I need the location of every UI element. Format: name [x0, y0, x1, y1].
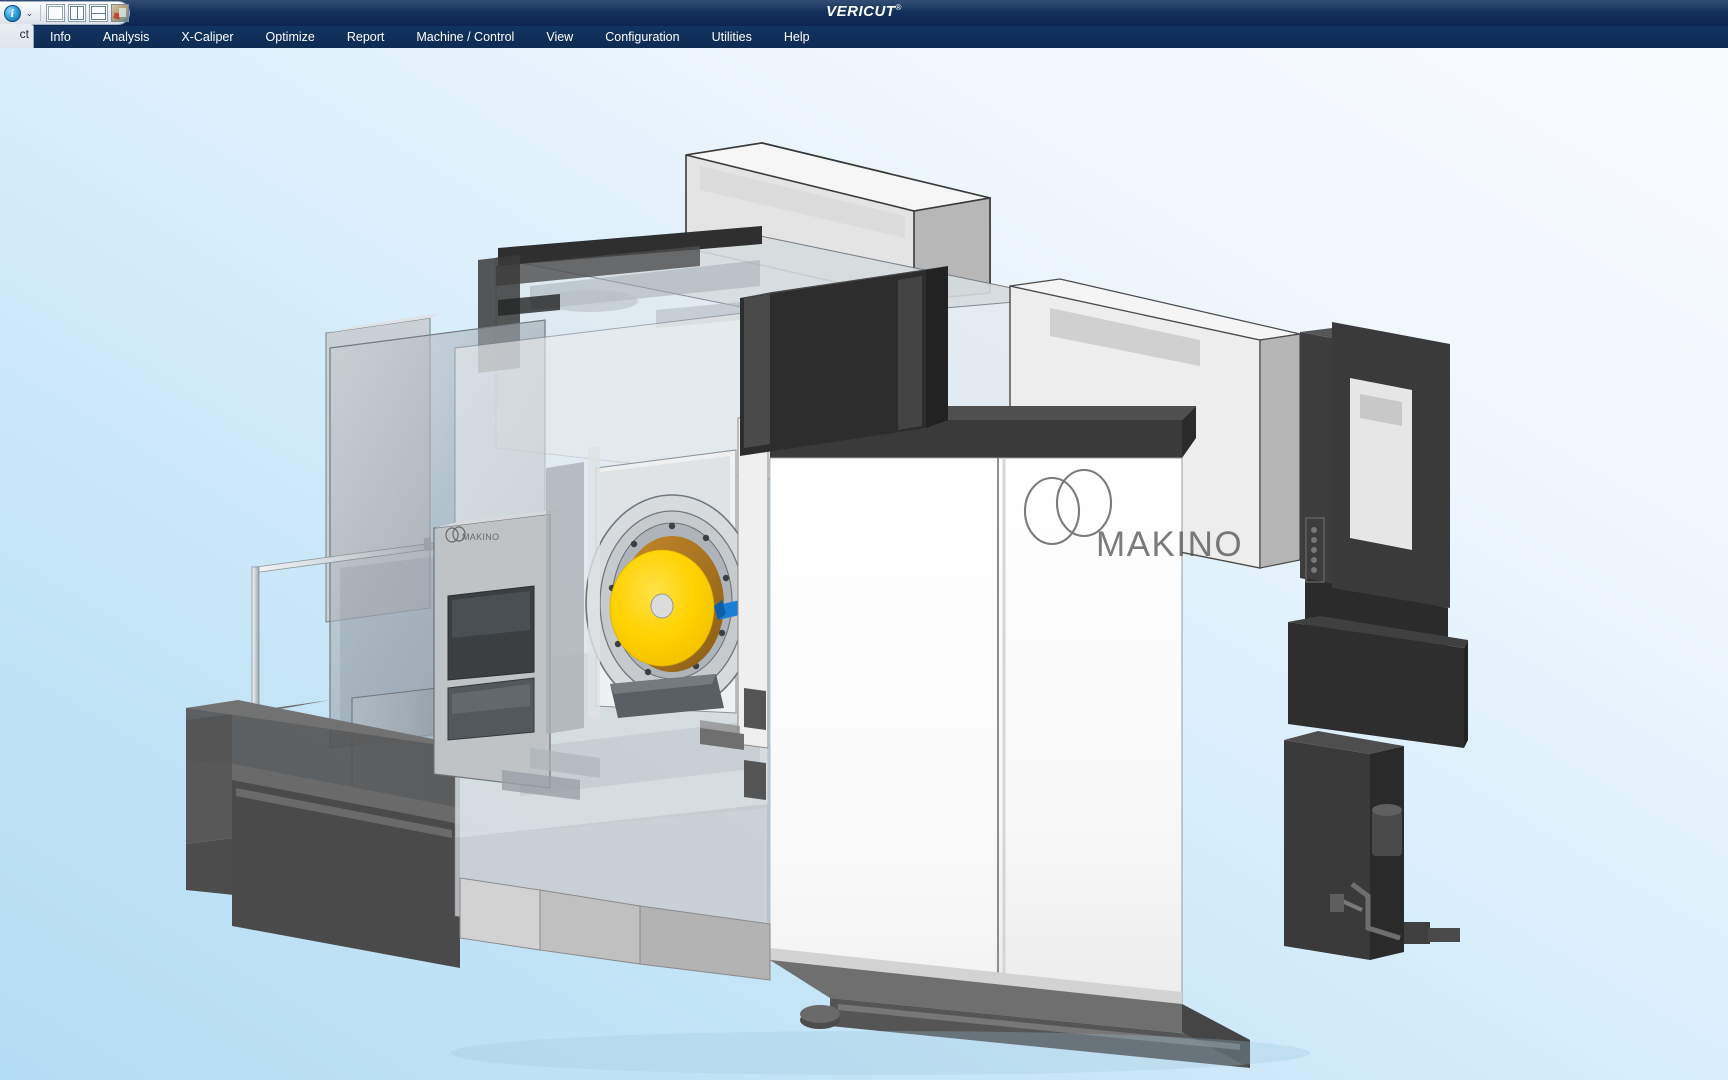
menu-item-view[interactable]: View [530, 26, 589, 48]
app-title: VERICUT® [0, 3, 1728, 20]
menu-item-report[interactable]: Report [331, 26, 401, 48]
vericut-application-window: i ⌄ VERICUT® ct Info Analysis X-Caliper … [0, 0, 1728, 1080]
menu-item-analysis[interactable]: Analysis [87, 26, 166, 48]
graphics-viewport[interactable]: MAKINO MAKINO [0, 48, 1728, 1080]
app-title-text: VERICUT [826, 3, 896, 20]
menu-item-optimize[interactable]: Optimize [250, 26, 331, 48]
menu-bar: ct Info Analysis X-Caliper Optimize Repo… [0, 24, 1728, 48]
machine-model-3d[interactable]: MAKINO MAKINO [0, 48, 1728, 1080]
makino-logo-text: MAKINO [1096, 525, 1243, 564]
menu-items: Info Analysis X-Caliper Optimize Report … [34, 26, 826, 48]
menu-item-configuration[interactable]: Configuration [589, 26, 695, 48]
interior-dark-post [546, 462, 584, 734]
menu-item-help[interactable]: Help [768, 26, 826, 48]
menu-item-utilities[interactable]: Utilities [696, 26, 768, 48]
hydraulic-unit [1284, 731, 1460, 960]
left-platform-base [186, 700, 468, 968]
menu-item-machine-control[interactable]: Machine / Control [400, 26, 530, 48]
title-bar: i ⌄ VERICUT® [0, 0, 1728, 26]
trademark-symbol: ® [895, 3, 902, 12]
menu-item-x-caliper[interactable]: X-Caliper [165, 26, 249, 48]
front-left-shroud [740, 266, 948, 456]
tab-project[interactable]: ct [0, 24, 34, 48]
makino-logo-small-text: MAKINO [462, 532, 499, 542]
right-lower-pan [1288, 616, 1468, 748]
menu-item-info[interactable]: Info [34, 26, 87, 48]
main-enclosure [769, 406, 1196, 1006]
